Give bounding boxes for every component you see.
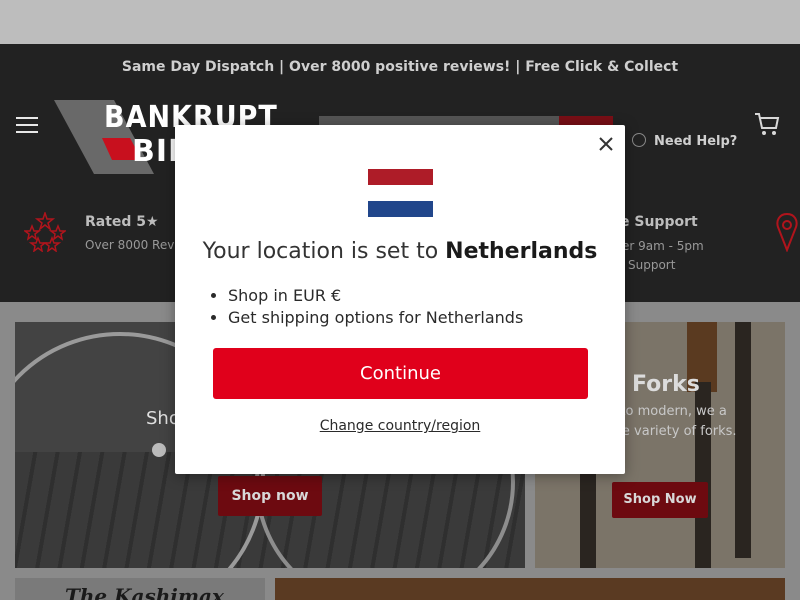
modal-country: Netherlands <box>445 239 598 264</box>
change-country-link[interactable]: Change country/region <box>175 418 625 434</box>
modal-heading-prefix: Your location is set to <box>202 239 446 264</box>
modal-heading: Your location is set to Netherlands <box>175 239 625 264</box>
bullet-currency: Shop in EUR € <box>228 285 523 307</box>
continue-button[interactable]: Continue <box>213 348 588 399</box>
bullet-shipping: Get shipping options for Netherlands <box>228 307 523 329</box>
close-icon[interactable] <box>597 135 615 153</box>
netherlands-flag-icon <box>368 169 433 217</box>
location-modal: Your location is set to Netherlands Shop… <box>175 125 625 474</box>
modal-bullets: Shop in EUR € Get shipping options for N… <box>228 285 523 329</box>
